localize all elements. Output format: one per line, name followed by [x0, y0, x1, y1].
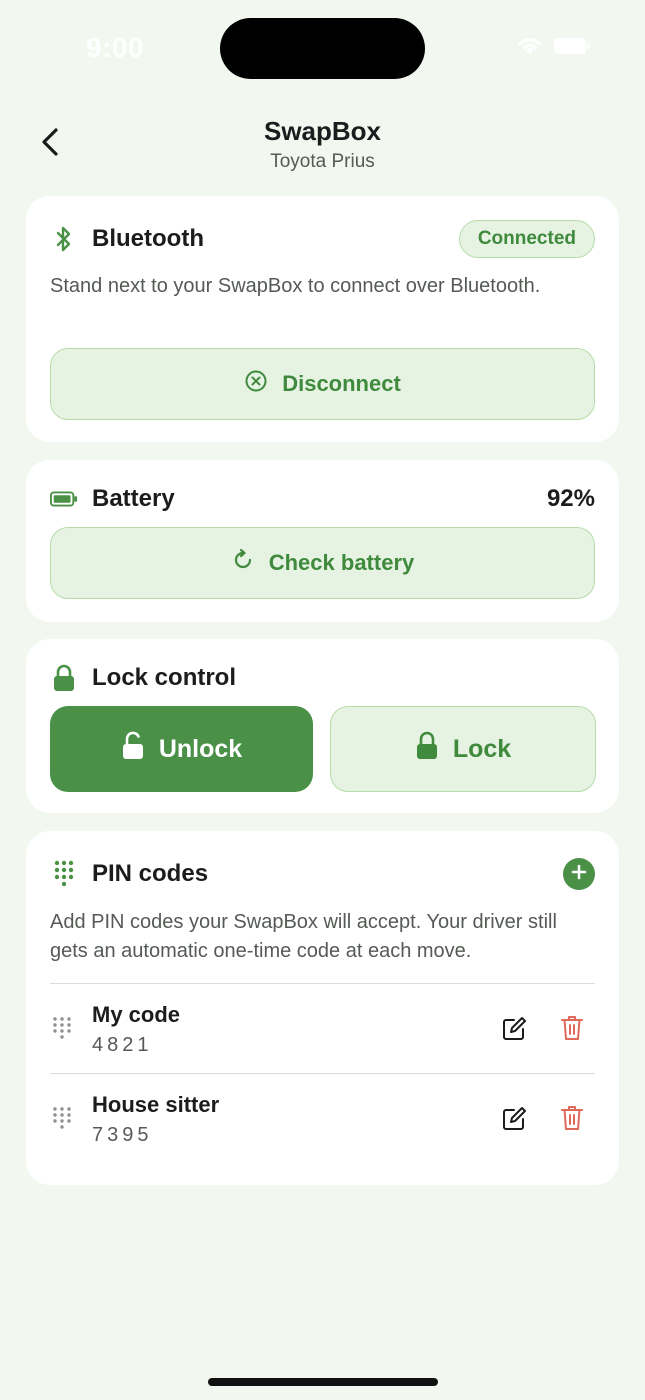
- check-battery-label: Check battery: [268, 550, 415, 575]
- edit-icon: [501, 1106, 527, 1137]
- pin-name: My code: [92, 1002, 181, 1027]
- status-icons: [517, 36, 591, 61]
- delete-pin-button[interactable]: [557, 1105, 587, 1135]
- unlock-icon: [121, 731, 145, 768]
- keypad-small-icon: [52, 1106, 72, 1137]
- pin-codes-card: PIN codes Add PIN codes your SwapBox wil…: [26, 831, 619, 1185]
- battery-title: Battery: [92, 485, 175, 512]
- bluetooth-title: Bluetooth: [92, 225, 204, 252]
- keypad-small-icon: [52, 1016, 72, 1047]
- unlock-label: Unlock: [158, 734, 243, 763]
- lock-label: Lock: [452, 734, 512, 763]
- pin-name: House sitter: [92, 1092, 220, 1117]
- home-indicator: [208, 1378, 438, 1386]
- battery-icon: [50, 485, 78, 513]
- edit-pin-button[interactable]: [499, 1106, 529, 1136]
- refresh-icon: [231, 548, 255, 578]
- lock-control-header: Lock control: [50, 659, 595, 697]
- lock-icon: [50, 664, 78, 692]
- lock-closed-icon: [415, 731, 439, 768]
- keypad-icon: [50, 860, 78, 888]
- pin-list-item: My code 4821: [50, 984, 595, 1072]
- trash-icon: [560, 1104, 584, 1137]
- pin-code: 7395: [92, 1124, 153, 1146]
- connection-status-badge: Connected: [458, 220, 595, 258]
- check-battery-button[interactable]: Check battery: [50, 527, 595, 599]
- pin-codes-title: PIN codes: [92, 860, 209, 887]
- pin-codes-description: Add PIN codes your SwapBox will accept. …: [50, 911, 557, 962]
- disconnect-label: Disconnect: [282, 371, 401, 396]
- nav-header: SwapBox Toyota Prius: [0, 112, 645, 182]
- plus-icon: [571, 864, 587, 885]
- edit-pin-button[interactable]: [499, 1016, 529, 1046]
- bluetooth-icon: [50, 225, 78, 253]
- page-title: SwapBox: [263, 116, 382, 146]
- bluetooth-header: Bluetooth Connected: [50, 220, 595, 258]
- pin-codes-header: PIN codes: [50, 855, 595, 893]
- status-time: 9:00: [86, 32, 145, 63]
- lock-button[interactable]: Lock: [330, 706, 596, 792]
- status-bar: 9:00: [0, 0, 645, 96]
- pin-list-item: House sitter 7395: [50, 1074, 595, 1162]
- lock-control-title: Lock control: [92, 664, 237, 691]
- dynamic-island: [220, 18, 425, 79]
- close-circle-icon: [244, 369, 268, 399]
- pin-code: 4821: [92, 1034, 153, 1056]
- disconnect-button[interactable]: Disconnect: [50, 348, 595, 420]
- wifi-icon: [517, 36, 543, 61]
- delete-pin-button[interactable]: [557, 1015, 587, 1045]
- battery-status-icon: [553, 36, 591, 61]
- page-subtitle: Toyota Prius: [270, 151, 375, 172]
- add-pin-button[interactable]: [563, 858, 595, 890]
- battery-card: Battery 92% Check battery: [26, 460, 619, 622]
- bluetooth-card: Bluetooth Connected Stand next to your S…: [26, 196, 619, 442]
- battery-level: 92%: [546, 485, 595, 512]
- edit-icon: [501, 1016, 527, 1047]
- battery-header: Battery 92%: [50, 480, 595, 518]
- trash-icon: [560, 1014, 584, 1047]
- lock-control-card: Lock control Unlock Lock: [26, 639, 619, 813]
- bluetooth-description: Stand next to your SwapBox to connect ov…: [50, 275, 541, 297]
- unlock-button[interactable]: Unlock: [50, 706, 313, 792]
